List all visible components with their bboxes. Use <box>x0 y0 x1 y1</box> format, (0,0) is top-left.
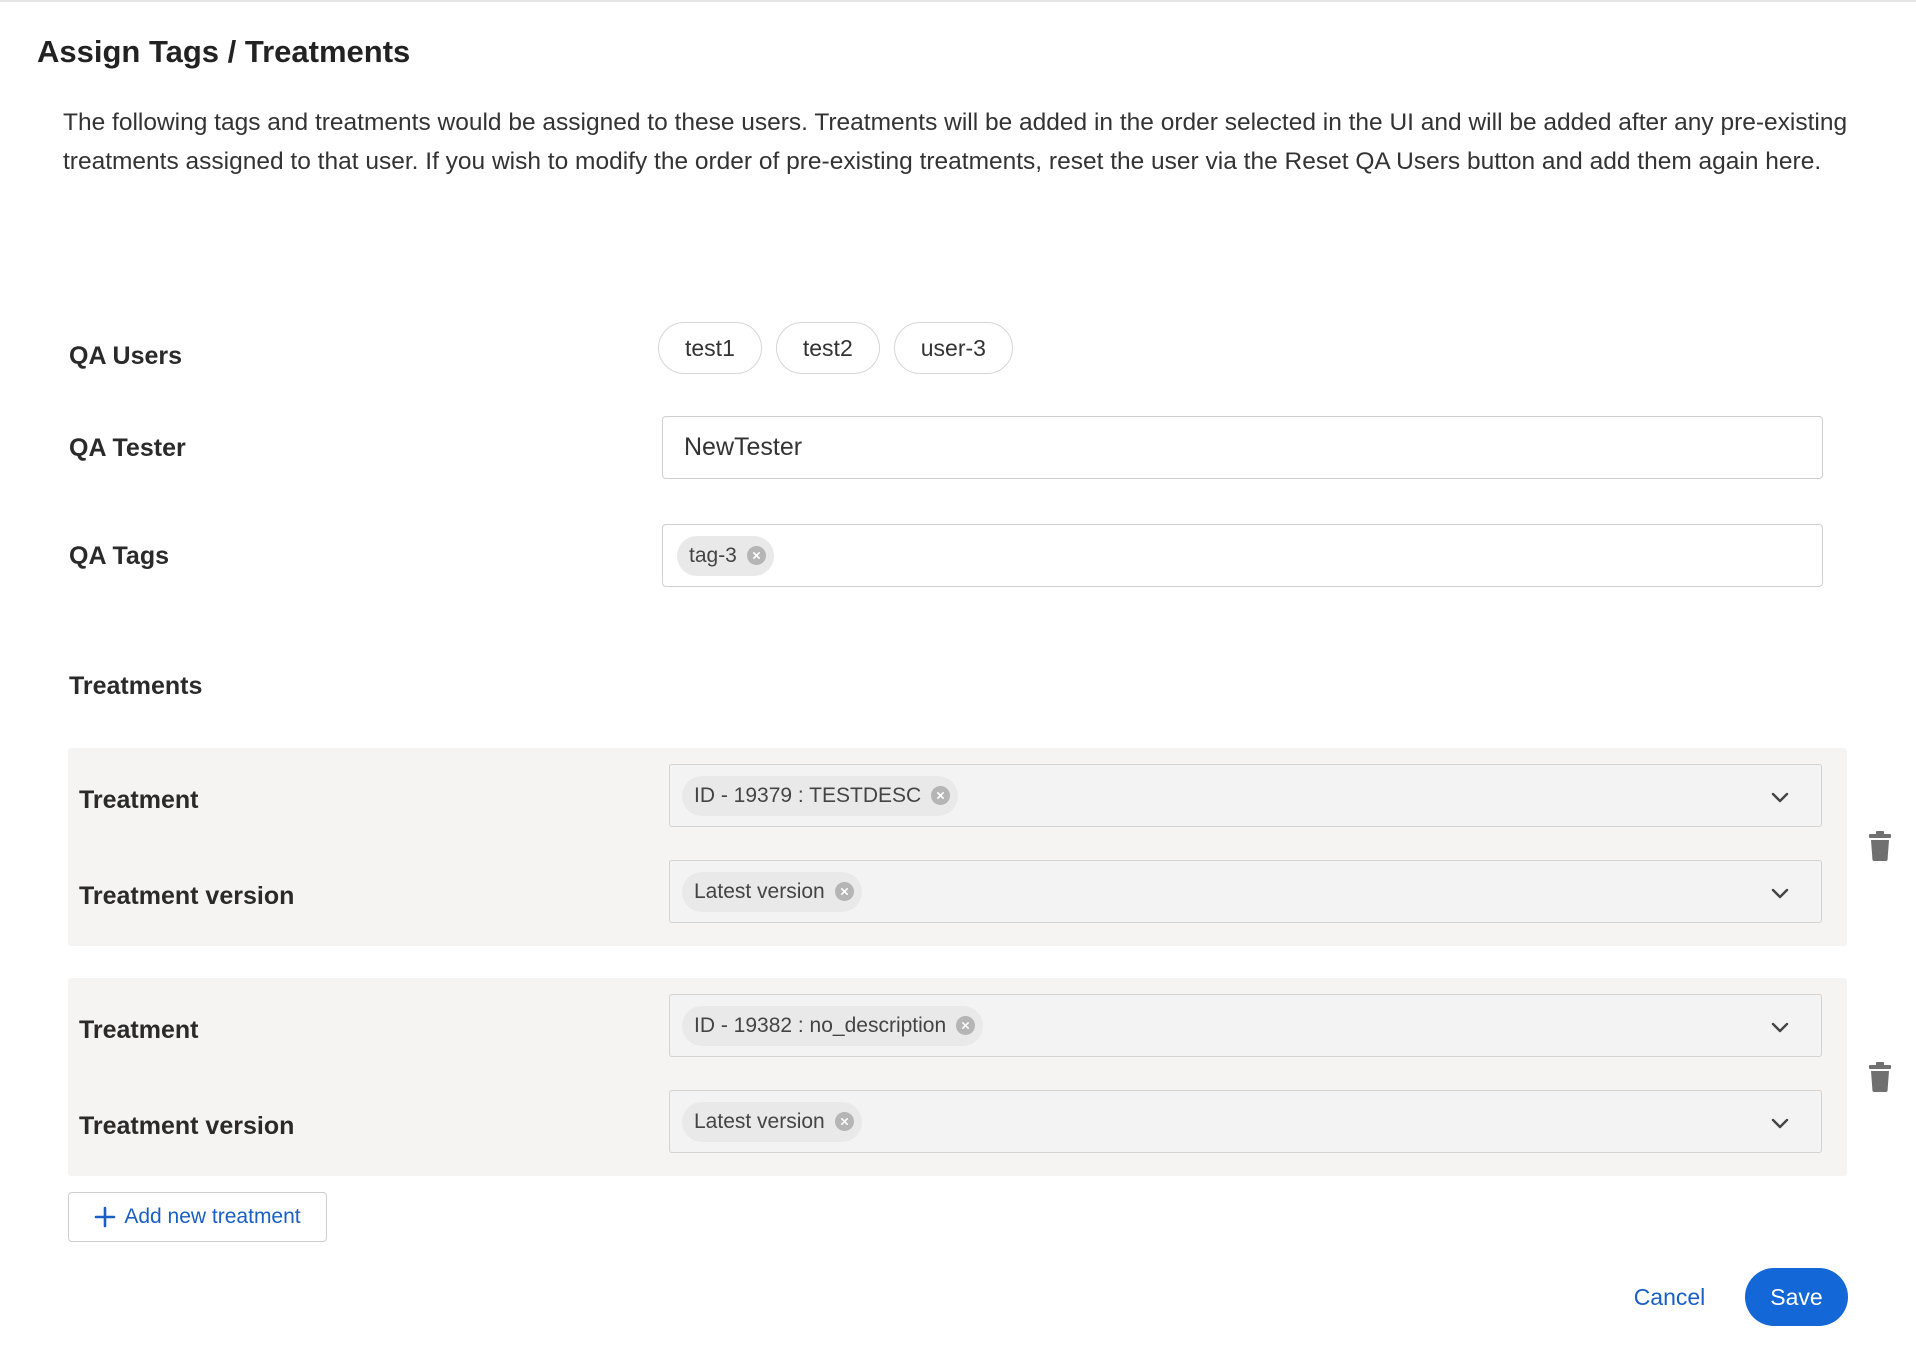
qa-user-chip[interactable]: user-3 <box>893 322 1013 374</box>
save-button[interactable]: Save <box>1745 1268 1848 1326</box>
add-treatment-button[interactable]: Add new treatment <box>68 1192 327 1242</box>
chevron-down-icon[interactable] <box>1769 882 1791 904</box>
chevron-down-icon[interactable] <box>1769 786 1791 808</box>
close-circle-icon[interactable] <box>956 1016 976 1035</box>
add-treatment-label: Add new treatment <box>124 1205 301 1228</box>
close-circle-icon[interactable] <box>931 786 951 805</box>
close-circle-icon[interactable] <box>746 546 766 565</box>
treatment-pill: ID - 19379 : TESTDESC <box>682 775 959 816</box>
dialog-title: Assign Tags / Treatments <box>37 34 411 69</box>
treatment-version-select[interactable]: Latest version <box>669 1090 1822 1153</box>
qa-users-label: QA Users <box>69 342 183 370</box>
close-circle-icon[interactable] <box>834 1112 854 1131</box>
chevron-down-icon[interactable] <box>1769 1112 1791 1134</box>
treatment-pill-label: ID - 19379 : TESTDESC <box>694 783 922 807</box>
qa-tester-input[interactable] <box>662 416 1823 479</box>
treatment-label: Treatment <box>79 1016 199 1044</box>
qa-users-list: test1 test2 user-3 <box>658 322 1013 374</box>
cancel-button[interactable]: Cancel <box>1622 1272 1717 1322</box>
treatments-section-title: Treatments <box>69 672 203 700</box>
close-circle-icon[interactable] <box>834 882 854 901</box>
treatment-pill: ID - 19382 : no_description <box>682 1005 984 1046</box>
treatment-version-label: Treatment version <box>79 1112 295 1140</box>
treatment-select[interactable]: ID - 19382 : no_description <box>669 994 1822 1057</box>
treatment-block: Treatment ID - 19382 : no_description Tr… <box>68 978 1847 1176</box>
qa-user-chip[interactable]: test2 <box>775 322 880 374</box>
version-pill-label: Latest version <box>694 879 825 903</box>
treatment-pill-label: ID - 19382 : no_description <box>694 1013 947 1037</box>
treatment-label: Treatment <box>79 786 199 814</box>
trash-icon[interactable] <box>1868 830 1892 862</box>
treatment-block: Treatment ID - 19379 : TESTDESC Treatmen… <box>68 748 1847 946</box>
qa-tags-input[interactable]: tag-3 <box>662 524 1823 587</box>
tag-pill: tag-3 <box>677 535 774 576</box>
plus-icon <box>95 1206 116 1228</box>
tag-pill-label: tag-3 <box>689 543 737 567</box>
qa-tester-label: QA Tester <box>69 434 186 462</box>
version-pill: Latest version <box>682 1101 862 1142</box>
treatment-version-select[interactable]: Latest version <box>669 860 1822 923</box>
qa-user-chip[interactable]: test1 <box>658 322 762 374</box>
chevron-down-icon[interactable] <box>1769 1016 1791 1038</box>
treatment-version-label: Treatment version <box>79 882 295 910</box>
qa-tags-label: QA Tags <box>69 542 170 570</box>
version-pill-label: Latest version <box>694 1109 825 1133</box>
version-pill: Latest version <box>682 871 862 912</box>
trash-icon[interactable] <box>1868 1061 1892 1093</box>
treatment-select[interactable]: ID - 19379 : TESTDESC <box>669 764 1822 827</box>
assign-tags-dialog: Assign Tags / Treatments The following t… <box>0 0 1916 1353</box>
dialog-description: The following tags and treatments would … <box>63 109 1848 175</box>
